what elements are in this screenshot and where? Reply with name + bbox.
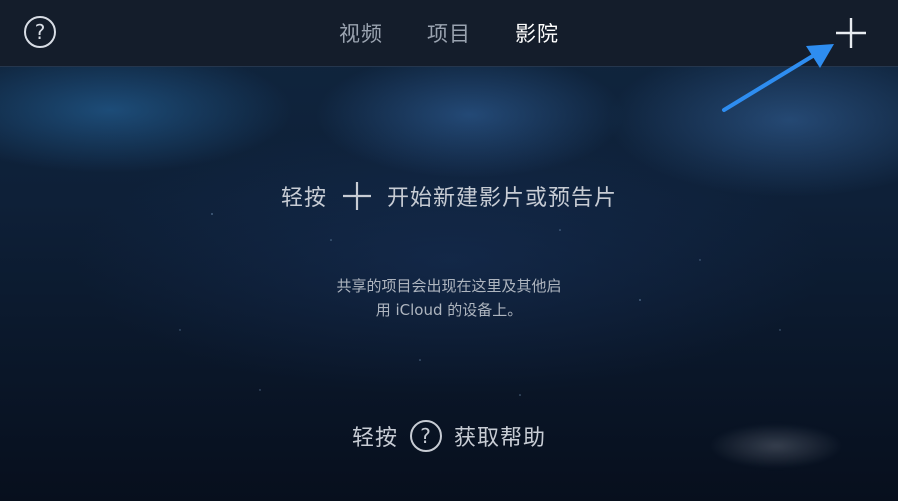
shared-note-line-1: 共享的项目会出现在这里及其他启: [336, 277, 562, 295]
ios-imovie-theater-screen: ? 视频 项目 影院 轻按 开始新建影片或预告片 共享的项目会出现在这里及其他启…: [0, 0, 898, 501]
create-instruction: 轻按 开始新建影片或预告片: [0, 180, 898, 212]
shared-projects-note: 共享的项目会出现在这里及其他启 用 iCloud 的设备上。: [0, 274, 898, 322]
instruction-suffix: 开始新建影片或预告片: [387, 186, 618, 211]
plus-icon: [343, 182, 371, 210]
help-prefix: 轻按: [351, 426, 398, 451]
tab-projects[interactable]: 项目: [427, 18, 471, 48]
instruction-prefix: 轻按: [280, 186, 327, 211]
question-circle-icon: ?: [410, 420, 442, 452]
annotation-arrow-icon: [722, 44, 834, 112]
tab-videos[interactable]: 视频: [339, 18, 383, 48]
shared-note-line-2: 用 iCloud 的设备上。: [375, 301, 523, 319]
help-suffix: 获取帮助: [454, 426, 547, 451]
tab-theater[interactable]: 影院: [515, 18, 559, 48]
watermark-logo: [676, 396, 876, 476]
